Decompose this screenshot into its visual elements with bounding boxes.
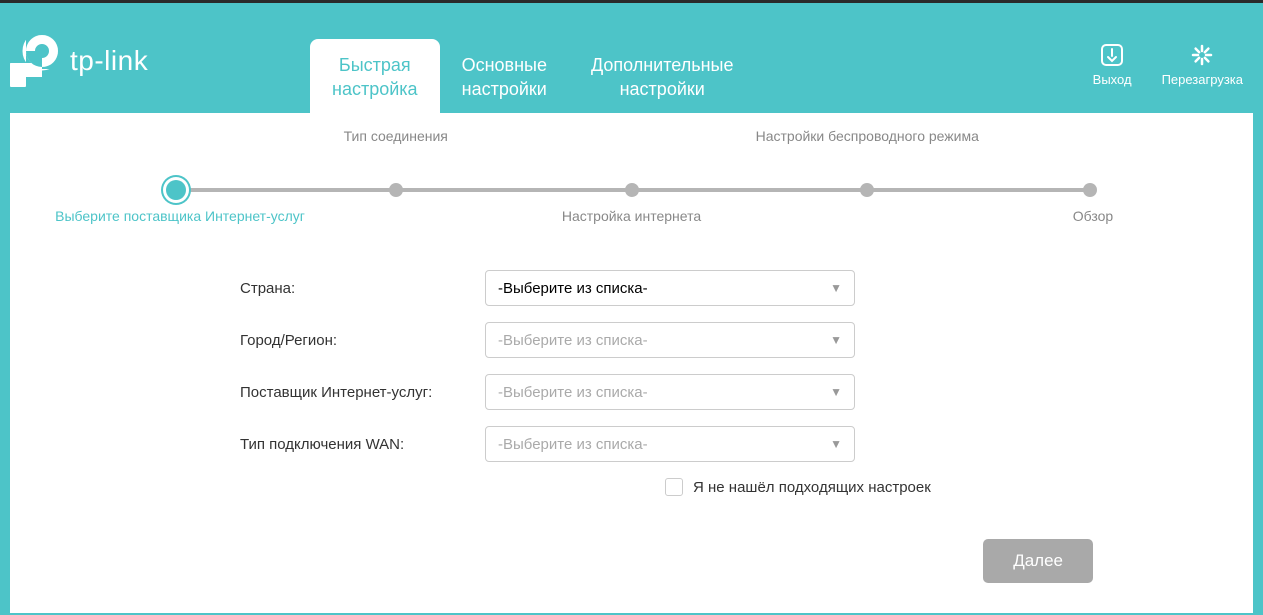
logout-icon bbox=[1099, 43, 1125, 67]
brand-name: tp-link bbox=[70, 45, 148, 77]
step-dot-active bbox=[166, 180, 186, 200]
region-label: Город/Регион: bbox=[240, 332, 485, 349]
select-value: -Выберите из списка- bbox=[498, 436, 648, 453]
tab-basic[interactable]: Основные настройки bbox=[440, 39, 569, 113]
row-isp: Поставщик Интернет-услуг: -Выберите из с… bbox=[240, 374, 1203, 410]
step-dot bbox=[389, 183, 403, 197]
brand-logo: tp-link bbox=[10, 33, 148, 88]
not-found-label: Я не нашёл подходящих настроек bbox=[693, 479, 931, 496]
wan-label: Тип подключения WAN: bbox=[240, 436, 485, 453]
wan-select[interactable]: -Выберите из списка- ▼ bbox=[485, 426, 855, 462]
isp-label: Поставщик Интернет-услуг: bbox=[240, 384, 485, 401]
row-wan: Тип подключения WAN: -Выберите из списка… bbox=[240, 426, 1203, 462]
step-conn-type: Тип соединения bbox=[278, 153, 514, 200]
step-isp: Выберите поставщика Интернет-услуг bbox=[160, 153, 278, 200]
region-select[interactable]: -Выберите из списка- ▼ bbox=[485, 322, 855, 358]
select-value: -Выберите из списка- bbox=[498, 332, 648, 349]
tab-label-line2: настройки bbox=[620, 79, 705, 99]
select-value: -Выберите из списка- bbox=[498, 384, 648, 401]
isp-select[interactable]: -Выберите из списка- ▼ bbox=[485, 374, 855, 410]
header: tp-link Быстрая настройка Основные настр… bbox=[0, 3, 1263, 113]
row-region: Город/Регион: -Выберите из списка- ▼ bbox=[240, 322, 1203, 358]
logout-button[interactable]: Выход bbox=[1093, 43, 1132, 87]
step-label: Тип соединения bbox=[278, 128, 514, 144]
header-actions: Выход Перезагрузка bbox=[1093, 43, 1243, 87]
country-select[interactable]: -Выберите из списка- ▼ bbox=[485, 270, 855, 306]
step-dot bbox=[860, 183, 874, 197]
country-label: Страна: bbox=[240, 280, 485, 297]
not-found-row: Я не нашёл подходящих настроек bbox=[665, 478, 1203, 496]
tab-label-line2: настройки bbox=[462, 79, 547, 99]
isp-form: Страна: -Выберите из списка- ▼ Город/Рег… bbox=[240, 270, 1203, 496]
main-tabs: Быстрая настройка Основные настройки Доп… bbox=[310, 39, 755, 113]
caret-down-icon: ▼ bbox=[830, 281, 842, 295]
content-panel: Выберите поставщика Интернет-услуг Тип с… bbox=[10, 113, 1253, 613]
tab-label-line1: Быстрая bbox=[339, 55, 411, 75]
step-internet: Настройка интернета bbox=[514, 153, 750, 200]
tab-advanced[interactable]: Дополнительные настройки bbox=[569, 39, 756, 113]
step-label: Настройка интернета bbox=[514, 208, 750, 224]
step-dot bbox=[625, 183, 639, 197]
step-label: Выберите поставщика Интернет-услуг bbox=[40, 208, 320, 224]
reboot-icon bbox=[1189, 43, 1215, 67]
caret-down-icon: ▼ bbox=[830, 437, 842, 451]
select-value: -Выберите из списка- bbox=[498, 280, 648, 297]
tab-label-line2: настройка bbox=[332, 79, 418, 99]
wizard-steps: Выберите поставщика Интернет-услуг Тип с… bbox=[160, 153, 1103, 200]
tab-quick-setup[interactable]: Быстрая настройка bbox=[310, 39, 440, 113]
step-label: Обзор bbox=[1053, 208, 1133, 224]
tab-label-line1: Основные bbox=[462, 55, 547, 75]
row-country: Страна: -Выберите из списка- ▼ bbox=[240, 270, 1203, 306]
step-wireless: Настройки беспроводного режима bbox=[749, 153, 985, 200]
step-summary: Обзор bbox=[985, 153, 1103, 200]
not-found-checkbox[interactable] bbox=[665, 478, 683, 496]
reboot-button[interactable]: Перезагрузка bbox=[1162, 43, 1243, 87]
tab-label-line1: Дополнительные bbox=[591, 55, 734, 75]
step-dot bbox=[1083, 183, 1097, 197]
caret-down-icon: ▼ bbox=[830, 385, 842, 399]
step-label: Настройки беспроводного режима bbox=[749, 128, 985, 144]
next-button[interactable]: Далее bbox=[983, 539, 1093, 583]
logout-label: Выход bbox=[1093, 72, 1132, 87]
caret-down-icon: ▼ bbox=[830, 333, 842, 347]
reboot-label: Перезагрузка bbox=[1162, 72, 1243, 87]
tplink-logo-icon bbox=[10, 33, 60, 88]
